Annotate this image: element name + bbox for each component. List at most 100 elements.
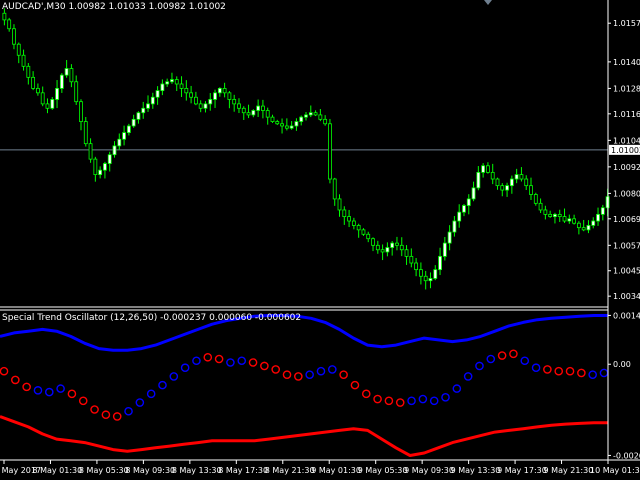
oscillator-circle xyxy=(395,398,405,407)
bull-candle xyxy=(117,138,122,147)
bear-candle xyxy=(237,103,241,109)
bear-candle xyxy=(284,125,289,129)
bull-candle xyxy=(505,185,509,191)
bear-candle xyxy=(519,174,524,180)
bull-candle xyxy=(55,88,59,100)
bear-candle xyxy=(83,121,88,145)
oscillator-circle xyxy=(509,349,518,359)
bear-candle xyxy=(45,103,50,109)
bear-candle xyxy=(375,244,380,251)
price-tick-label: 1.01575 xyxy=(613,19,640,28)
price-tick-label: 1.00805 xyxy=(613,189,640,198)
chart-shift-marker-icon[interactable] xyxy=(484,0,492,5)
bear-candle xyxy=(193,96,198,105)
bear-candle xyxy=(328,123,332,180)
bull-candle xyxy=(203,103,208,109)
bear-candle xyxy=(380,249,385,253)
symbol-title: AUDCAD',M30 1.00982 1.01033 1.00982 1.01… xyxy=(2,2,226,12)
oscillator-circle xyxy=(486,354,496,364)
oscillator-circle xyxy=(56,384,65,393)
panel-separator[interactable] xyxy=(0,306,608,311)
osc-tick-label: 0.001402 xyxy=(613,311,640,320)
bear-candle xyxy=(351,220,356,226)
price-panel[interactable] xyxy=(0,8,610,290)
oscillator-circle xyxy=(520,356,530,366)
bear-candle xyxy=(529,185,533,195)
time-axis: 5 May 20178 May 01:308 May 05:308 May 09… xyxy=(0,459,640,475)
bear-candle xyxy=(548,213,553,217)
oscillator-circle xyxy=(11,375,20,385)
oscillator-circle xyxy=(101,410,111,420)
bull-candle xyxy=(462,205,466,213)
bull-candle xyxy=(170,79,174,83)
bull-candle xyxy=(596,213,600,222)
bear-candle xyxy=(270,116,275,122)
bull-candle xyxy=(433,269,438,279)
bull-candle xyxy=(476,171,481,189)
bear-candle xyxy=(572,218,576,224)
bear-candle xyxy=(26,65,31,78)
bull-candle xyxy=(308,112,313,116)
bear-candle xyxy=(495,178,500,187)
oscillator-circle xyxy=(124,406,133,416)
bull-candle xyxy=(289,125,294,129)
indicator-title: Special Trend Oscillator (12,26,50) -0.0… xyxy=(2,313,302,323)
bear-candle xyxy=(74,81,79,103)
price-tick-label: 1.01165 xyxy=(613,110,640,119)
bull-candle xyxy=(457,211,462,222)
time-tick-label: 8 May 01:30 xyxy=(32,466,82,475)
time-tick-label: 8 May 13:30 xyxy=(172,466,222,475)
bear-candle xyxy=(500,185,505,191)
time-tick-label: 9 May 09:30 xyxy=(404,466,454,475)
oscillator-circle xyxy=(543,365,552,374)
oscillator-circle xyxy=(463,372,473,381)
time-tick-label: 9 May 13:30 xyxy=(451,466,501,475)
bear-candle xyxy=(332,178,337,200)
bear-candle xyxy=(418,269,423,277)
bull-candle xyxy=(471,187,476,200)
time-tick-label: 10 May 01:30 xyxy=(590,466,640,475)
bear-candle xyxy=(232,99,237,105)
time-tick-label: 8 May 21:30 xyxy=(265,466,315,475)
oscillator-circle xyxy=(282,370,292,379)
bear-candle xyxy=(323,118,328,125)
bull-candle xyxy=(131,118,136,127)
oscillator-circle xyxy=(373,394,382,404)
oscillator-panel[interactable] xyxy=(0,314,609,457)
bull-candle xyxy=(466,198,471,206)
bull-candle xyxy=(390,242,395,248)
oscillator-circle xyxy=(146,389,156,399)
oscillator-circle xyxy=(441,393,450,402)
bear-candle xyxy=(581,227,586,231)
oscillator-circle xyxy=(260,361,269,371)
bull-candle xyxy=(64,68,69,76)
bear-candle xyxy=(189,92,194,98)
bear-candle xyxy=(179,83,184,89)
bear-candle xyxy=(184,88,189,94)
oscillator-circle xyxy=(214,354,224,364)
current-price-label: 1.01002 xyxy=(611,146,640,155)
bull-candle xyxy=(385,247,390,253)
bear-candle xyxy=(31,76,36,89)
bull-candle xyxy=(50,99,55,109)
oscillator-circle xyxy=(384,396,394,406)
bull-candle xyxy=(112,145,117,156)
oscillator-circle xyxy=(33,386,43,395)
bear-candle xyxy=(88,143,93,160)
oscillator-circle xyxy=(180,363,190,373)
bull-candle xyxy=(481,165,486,173)
bear-candle xyxy=(404,249,409,257)
oscillator-circle xyxy=(418,394,428,404)
bull-candle xyxy=(294,121,299,127)
bull-candle xyxy=(442,242,447,257)
oscillator-circle xyxy=(531,363,541,373)
bull-candle xyxy=(251,110,256,116)
bull-candle xyxy=(514,174,519,180)
bear-candle xyxy=(538,202,543,211)
trading-chart[interactable]: 1.01575 1.01400 1.01280 1.01165 1.01045 1.009… xyxy=(0,0,640,480)
oscillator-circle xyxy=(497,351,507,360)
bear-candle xyxy=(261,105,265,111)
price-tick-label: 1.00690 xyxy=(613,215,640,224)
oscillator-circle xyxy=(44,387,54,397)
bull-candle xyxy=(155,90,160,98)
